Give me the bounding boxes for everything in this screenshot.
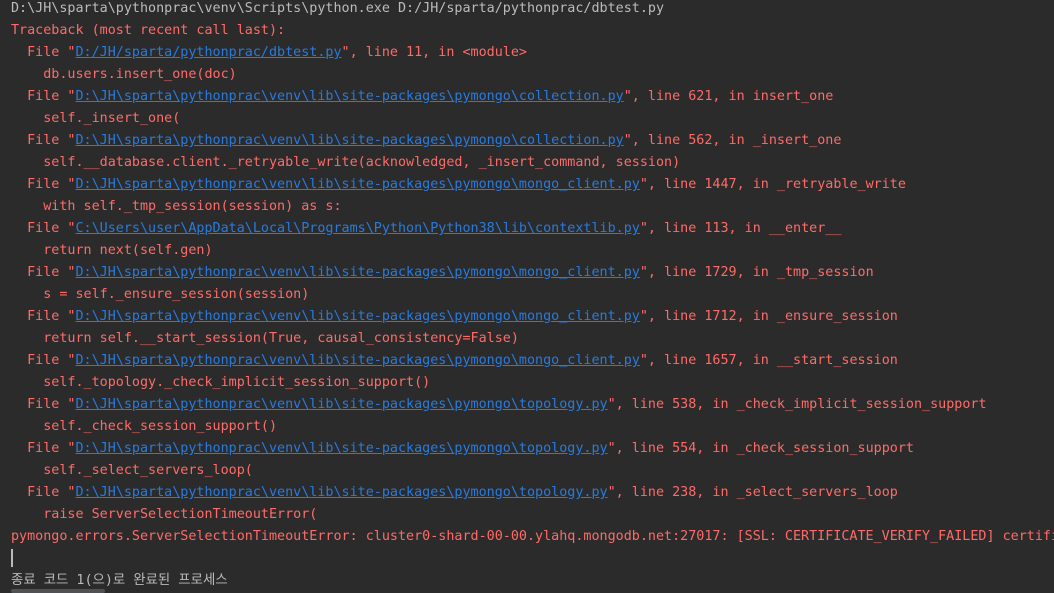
traceback-frame: File "D:\JH\sparta\pythonprac\venv\lib\s… bbox=[11, 394, 987, 416]
frame-code-line: self._check_session_support() bbox=[11, 419, 278, 434]
exception-message: pymongo.errors.ServerSelectionTimeoutErr… bbox=[11, 529, 1054, 544]
traceback-frame: File "D:/JH/sparta/pythonprac/dbtest.py"… bbox=[11, 42, 527, 64]
file-path-link[interactable]: D:\JH\sparta\pythonprac\venv\lib\site-pa… bbox=[76, 177, 640, 192]
frame-code-line: self._select_servers_loop( bbox=[11, 463, 253, 478]
traceback-frame: File "D:\JH\sparta\pythonprac\venv\lib\s… bbox=[11, 482, 898, 504]
frame-location: ", line 1657, in __start_session bbox=[639, 353, 898, 368]
frame-prefix: File " bbox=[11, 221, 76, 236]
text-cursor[interactable] bbox=[11, 549, 13, 567]
frame-location: ", line 621, in insert_one bbox=[623, 89, 834, 104]
file-path-link[interactable]: C:\Users\user\AppData\Local\Programs\Pyt… bbox=[76, 221, 640, 236]
traceback-frame: File "D:\JH\sparta\pythonprac\venv\lib\s… bbox=[11, 306, 898, 328]
file-path-link[interactable]: D:\JH\sparta\pythonprac\venv\lib\site-pa… bbox=[76, 485, 608, 500]
frame-location: ", line 538, in _check_implicit_session_… bbox=[607, 397, 987, 412]
file-path-link[interactable]: D:\JH\sparta\pythonprac\venv\lib\site-pa… bbox=[76, 265, 640, 280]
frame-location: ", line 113, in __enter__ bbox=[639, 221, 842, 236]
traceback-frame: File "D:\JH\sparta\pythonprac\venv\lib\s… bbox=[11, 438, 914, 460]
frame-location: ", line 562, in _insert_one bbox=[623, 133, 842, 148]
frame-location: ", line 238, in _select_servers_loop bbox=[607, 485, 898, 500]
file-path-link[interactable]: D:\JH\sparta\pythonprac\venv\lib\site-pa… bbox=[76, 397, 608, 412]
frame-prefix: File " bbox=[11, 89, 76, 104]
frame-prefix: File " bbox=[11, 45, 76, 60]
traceback-frame: File "D:\JH\sparta\pythonprac\venv\lib\s… bbox=[11, 86, 833, 108]
file-path-link[interactable]: D:\JH\sparta\pythonprac\venv\lib\site-pa… bbox=[76, 353, 640, 368]
file-path-link[interactable]: D:\JH\sparta\pythonprac\venv\lib\site-pa… bbox=[76, 441, 608, 456]
frame-code-line: self.__database.client._retryable_write(… bbox=[11, 155, 681, 170]
frame-prefix: File " bbox=[11, 133, 76, 148]
frame-location: ", line 1729, in _tmp_session bbox=[639, 265, 874, 280]
traceback-frame: File "D:\JH\sparta\pythonprac\venv\lib\s… bbox=[11, 262, 874, 284]
horizontal-scrollbar[interactable] bbox=[11, 589, 105, 593]
frame-prefix: File " bbox=[11, 353, 76, 368]
frame-code-line: with self._tmp_session(session) as s: bbox=[11, 199, 342, 214]
run-console: D:\JH\sparta\pythonprac\venv\Scripts\pyt… bbox=[0, 0, 1054, 593]
frame-code-line: self._topology._check_implicit_session_s… bbox=[11, 375, 431, 390]
frame-prefix: File " bbox=[11, 441, 76, 456]
frame-prefix: File " bbox=[11, 397, 76, 412]
file-path-link[interactable]: D:\JH\sparta\pythonprac\venv\lib\site-pa… bbox=[76, 89, 624, 104]
frame-prefix: File " bbox=[11, 265, 76, 280]
frame-prefix: File " bbox=[11, 177, 76, 192]
traceback-frame: File "D:\JH\sparta\pythonprac\venv\lib\s… bbox=[11, 130, 841, 152]
traceback-frame: File "D:\JH\sparta\pythonprac\venv\lib\s… bbox=[11, 350, 898, 372]
frame-prefix: File " bbox=[11, 309, 76, 324]
file-path-link[interactable]: D:\JH\sparta\pythonprac\venv\lib\site-pa… bbox=[76, 133, 624, 148]
frame-location: ", line 1712, in _ensure_session bbox=[639, 309, 898, 324]
frame-code-line: db.users.insert_one(doc) bbox=[11, 67, 237, 82]
command-line: D:\JH\sparta\pythonprac\venv\Scripts\pyt… bbox=[11, 1, 665, 16]
traceback-frame: File "D:\JH\sparta\pythonprac\venv\lib\s… bbox=[11, 174, 906, 196]
file-path-link[interactable]: D:/JH/sparta/pythonprac/dbtest.py bbox=[76, 45, 342, 60]
frame-code-line: return next(self.gen) bbox=[11, 243, 213, 258]
traceback-frame: File "C:\Users\user\AppData\Local\Progra… bbox=[11, 218, 841, 240]
frame-location: ", line 554, in _check_session_support bbox=[607, 441, 914, 456]
file-path-link[interactable]: D:\JH\sparta\pythonprac\venv\lib\site-pa… bbox=[76, 309, 640, 324]
frame-code-line: self._insert_one( bbox=[11, 111, 181, 126]
frame-code-line: s = self._ensure_session(session) bbox=[11, 287, 310, 302]
frame-prefix: File " bbox=[11, 485, 76, 500]
traceback-header: Traceback (most recent call last): bbox=[11, 23, 286, 38]
frame-code-line: return self.__start_session(True, causal… bbox=[11, 331, 519, 346]
frame-code-line: raise ServerSelectionTimeoutError( bbox=[11, 507, 318, 522]
frame-location: ", line 1447, in _retryable_write bbox=[639, 177, 906, 192]
frame-location: ", line 11, in <module> bbox=[341, 45, 527, 60]
